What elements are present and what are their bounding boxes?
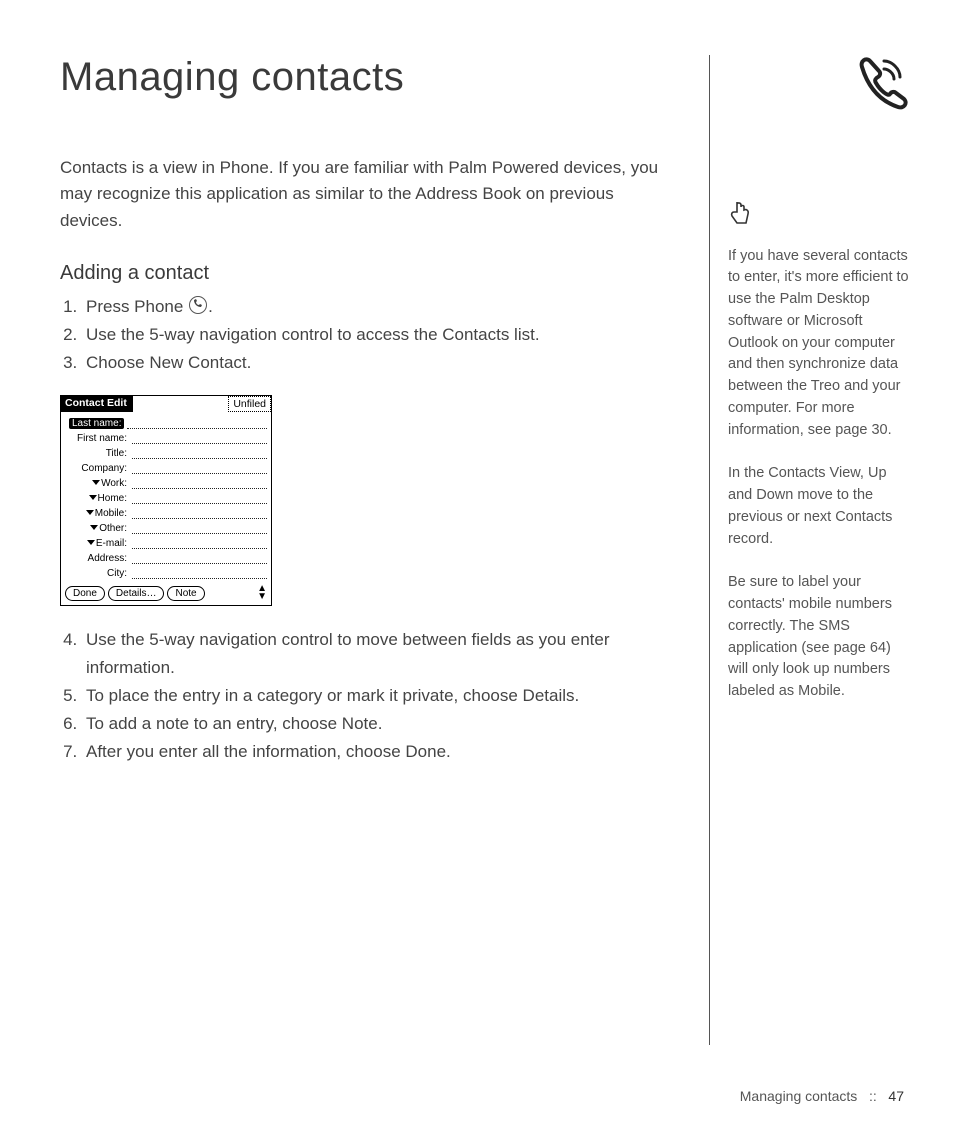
tip-1: If you have several contacts to enter, i…	[728, 246, 909, 442]
step-2: Use the 5-way navigation control to acce…	[82, 321, 680, 349]
step-6: To add a note to an entry, choose Note.	[82, 710, 680, 738]
phone-button-icon	[189, 296, 207, 314]
field-title-label: Title:	[65, 448, 129, 459]
dropdown-icon	[87, 540, 95, 545]
field-lastname-input[interactable]	[127, 417, 267, 429]
step-7: After you enter all the information, cho…	[82, 738, 680, 766]
contact-edit-screenshot: Contact Edit Unfiled Last name: First na…	[60, 395, 272, 606]
field-mobile-label[interactable]: Mobile:	[65, 508, 129, 519]
palm-category-selector[interactable]: Unfiled	[228, 396, 271, 412]
field-mobile-input[interactable]	[132, 507, 267, 519]
palm-title: Contact Edit	[61, 396, 133, 412]
field-other-label[interactable]: Other:	[65, 523, 129, 534]
note-button[interactable]: Note	[167, 586, 204, 601]
field-work-label[interactable]: Work:	[65, 478, 129, 489]
field-home-label[interactable]: Home:	[65, 493, 129, 504]
scroll-arrows-icon[interactable]: ▲▼	[257, 585, 267, 601]
field-email-label[interactable]: E-mail:	[65, 538, 129, 549]
step-4: Use the 5-way navigation control to move…	[82, 626, 680, 682]
tip-3: Be sure to label your contacts' mobile n…	[728, 572, 909, 703]
handset-icon	[728, 55, 909, 120]
footer-separator: ::	[869, 1088, 877, 1104]
field-company-label: Company:	[65, 463, 129, 474]
field-lastname-label[interactable]: Last name:	[69, 418, 124, 429]
field-work-input[interactable]	[132, 477, 267, 489]
dropdown-icon	[89, 495, 97, 500]
dropdown-icon	[92, 480, 100, 485]
step-3: Choose New Contact.	[82, 349, 680, 377]
footer-section: Managing contacts	[740, 1088, 858, 1104]
field-firstname-input[interactable]	[132, 432, 267, 444]
page-title: Managing contacts	[60, 55, 680, 100]
field-other-input[interactable]	[132, 522, 267, 534]
main-column: Managing contacts Contacts is a view in …	[60, 55, 680, 784]
field-city-label: City:	[65, 568, 129, 579]
steps-list-b: Use the 5-way navigation control to move…	[60, 626, 680, 766]
details-button[interactable]: Details…	[108, 586, 165, 601]
field-address-input[interactable]	[132, 552, 267, 564]
tip-2: In the Contacts View, Up and Down move t…	[728, 463, 909, 550]
page-footer: Managing contacts :: 47	[740, 1088, 904, 1104]
field-firstname-label: First name:	[65, 433, 129, 444]
dropdown-icon	[90, 525, 98, 530]
field-home-input[interactable]	[132, 492, 267, 504]
section-heading: Adding a contact	[60, 262, 680, 285]
intro-paragraph: Contacts is a view in Phone. If you are …	[60, 155, 680, 234]
field-city-input[interactable]	[132, 567, 267, 579]
step-1-text-post: .	[208, 297, 213, 316]
step-1: Press Phone .	[82, 293, 680, 321]
step-1-text-pre: Press Phone	[86, 297, 188, 316]
done-button[interactable]: Done	[65, 586, 105, 601]
field-company-input[interactable]	[132, 462, 267, 474]
sidebar: If you have several contacts to enter, i…	[709, 55, 909, 1045]
field-title-input[interactable]	[132, 447, 267, 459]
steps-list-a: Press Phone . Use the 5-way navigation c…	[60, 293, 680, 377]
step-5: To place the entry in a category or mark…	[82, 682, 680, 710]
pointing-hand-icon	[728, 200, 909, 231]
field-email-input[interactable]	[132, 537, 267, 549]
page-number: 47	[888, 1088, 904, 1104]
dropdown-icon	[86, 510, 94, 515]
field-address-label: Address:	[65, 553, 129, 564]
